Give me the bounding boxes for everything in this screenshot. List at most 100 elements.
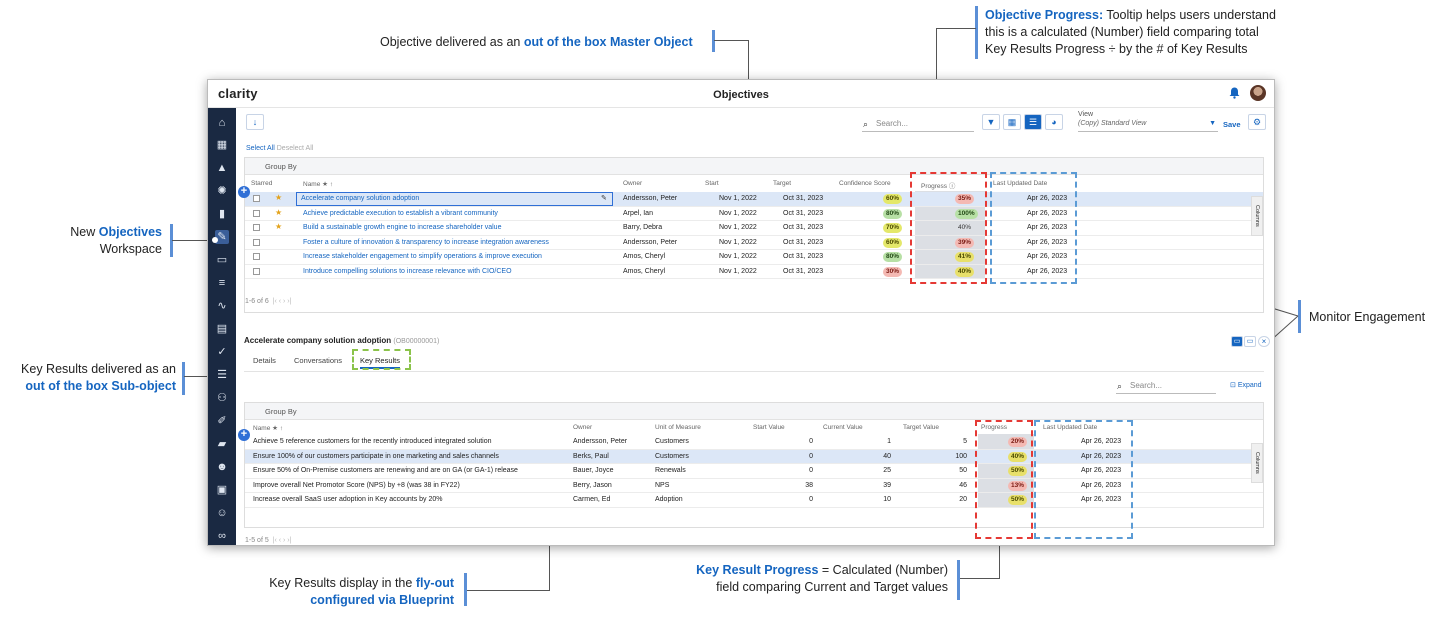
star-icon[interactable]: ★ xyxy=(275,193,282,202)
annotation-highlight: out of the box Master Object xyxy=(523,35,693,49)
table-row[interactable]: ★ Build a sustainable growth engine to in… xyxy=(245,221,1263,236)
key-result-name[interactable]: Ensure 100% of our customers participate… xyxy=(253,453,499,460)
select-links: Select All Deselect All xyxy=(246,145,313,152)
sort-icon[interactable]: ↓ xyxy=(246,114,264,130)
add-key-result-button[interactable]: + xyxy=(238,429,250,441)
user-check-icon[interactable]: ☺ xyxy=(215,506,229,520)
row-checkbox[interactable] xyxy=(253,253,260,260)
connector-line xyxy=(936,28,976,29)
ideas-icon[interactable]: ✺ xyxy=(215,184,229,198)
current-value-cell: 40 xyxy=(883,452,891,460)
close-icon[interactable]: × xyxy=(1258,336,1270,347)
table-row[interactable]: ★ Achieve predictable execution to establ… xyxy=(245,207,1263,221)
col-header-owner[interactable]: Owner xyxy=(623,180,642,187)
objective-name-link[interactable]: Accelerate company solution adoption xyxy=(296,192,613,206)
key-result-name[interactable]: Ensure 50% of On-Premise customers are r… xyxy=(253,467,518,474)
objective-name-link[interactable]: Introduce compelling solutions to increa… xyxy=(303,268,512,275)
check-icon[interactable]: ✓ xyxy=(215,345,229,359)
tab-conversations[interactable]: Conversations xyxy=(294,356,342,365)
key-result-name[interactable]: Increase overall SaaS user adoption in K… xyxy=(253,496,443,503)
book-icon[interactable]: ▰ xyxy=(215,437,229,451)
edit-doc-icon[interactable]: ✐ xyxy=(215,414,229,428)
col-header-current-value[interactable]: Current Value xyxy=(823,424,863,431)
col-header-start[interactable]: Start xyxy=(705,180,719,187)
table-row[interactable]: Introduce compelling solutions to increa… xyxy=(245,265,1263,279)
key-result-name[interactable]: Improve overall Net Promotor Score (NPS)… xyxy=(253,482,460,489)
col-header-unit[interactable]: Unit of Measure xyxy=(655,424,701,431)
hierarchy-icon[interactable]: ⚇ xyxy=(215,391,229,405)
save-button[interactable]: Save xyxy=(1223,120,1241,129)
star-icon[interactable]: ★ xyxy=(275,222,282,231)
select-all-link[interactable]: Select All xyxy=(246,145,275,152)
objectives-grid: Group By Starred Name ★ ↑ Owner Start Ta… xyxy=(244,157,1264,313)
trend-icon[interactable]: ∿ xyxy=(215,299,229,313)
checklist-icon[interactable]: ☰ xyxy=(215,368,229,382)
col-header-name[interactable]: Name ★ ↑ xyxy=(303,180,333,188)
star-icon[interactable]: ★ xyxy=(275,208,282,217)
objective-name-link[interactable]: Build a sustainable growth engine to inc… xyxy=(303,224,501,231)
deselect-all-link[interactable]: Deselect All xyxy=(277,145,314,152)
search-input[interactable]: ⌕ Search... xyxy=(862,116,974,132)
bell-icon[interactable] xyxy=(1229,87,1240,99)
flyout-search-input[interactable]: ⌕ Search... xyxy=(1116,378,1216,394)
clipboard-icon[interactable]: ▤ xyxy=(215,322,229,336)
annotation-bar xyxy=(975,6,978,59)
table-row[interactable]: Foster a culture of innovation & transpa… xyxy=(245,236,1263,250)
owner-cell: Andersson, Peter xyxy=(573,438,628,445)
owner-cell: Amos, Cheryl xyxy=(623,267,666,275)
row-checkbox[interactable] xyxy=(253,224,260,231)
settings-icon[interactable]: ⚙ xyxy=(1248,114,1266,130)
highlight-progress-objectives xyxy=(910,172,987,284)
annotation-text: New xyxy=(70,225,99,239)
filter-icon[interactable]: ▼ xyxy=(982,114,1000,130)
columns-panel-toggle[interactable]: Columns xyxy=(1251,196,1263,236)
tab-details[interactable]: Details xyxy=(253,356,276,365)
search-icon: ⌕ xyxy=(1117,381,1123,391)
objective-name-link[interactable]: Increase stakeholder engagement to simpl… xyxy=(303,253,542,260)
chart-view-icon[interactable]: ◕ xyxy=(1045,114,1063,130)
group-by-bar[interactable]: Group By xyxy=(245,403,1263,420)
edit-icon[interactable]: ✎ xyxy=(601,194,607,202)
row-checkbox[interactable] xyxy=(253,267,260,275)
annotation-text: Key Results delivered as an xyxy=(21,362,176,376)
start-cell: Nov 1, 2022 xyxy=(719,267,757,275)
avatar[interactable] xyxy=(1250,85,1266,101)
popout-icon[interactable]: ▭ xyxy=(1244,336,1256,347)
table-row[interactable]: Increase stakeholder engagement to simpl… xyxy=(245,250,1263,265)
confidence-badge: 70% xyxy=(883,223,903,233)
reports-icon[interactable]: ▮ xyxy=(215,207,229,221)
home-icon[interactable]: ⌂ xyxy=(215,116,229,130)
view-select[interactable]: (Copy) Standard View ▼ xyxy=(1078,120,1218,132)
row-checkbox[interactable] xyxy=(253,209,260,217)
group-by-bar[interactable]: Group By xyxy=(245,158,1263,175)
dock-icon[interactable]: ▭ xyxy=(1231,336,1243,347)
add-row-button[interactable]: + xyxy=(238,186,250,198)
col-header-starred[interactable]: Starred xyxy=(251,180,272,187)
expand-button[interactable]: ⊡ Expand xyxy=(1230,381,1262,389)
dashboard-icon[interactable]: ▦ xyxy=(215,138,229,152)
key-result-name[interactable]: Achieve 5 reference customers for the re… xyxy=(253,438,492,445)
columns-panel-toggle[interactable]: Columns xyxy=(1251,443,1263,483)
portfolio-icon[interactable]: ▲ xyxy=(215,161,229,175)
link-icon[interactable]: ∞ xyxy=(215,529,229,543)
timesheet-icon[interactable]: ▣ xyxy=(215,483,229,497)
row-checkbox[interactable] xyxy=(253,195,260,202)
col-header-start-value[interactable]: Start Value xyxy=(753,424,785,431)
col-header-target-value[interactable]: Target Value xyxy=(903,424,939,431)
database-icon[interactable]: ≡ xyxy=(215,276,229,290)
col-header-name[interactable]: Name ★ ↑ xyxy=(253,424,283,432)
objective-name-link[interactable]: Achieve predictable execution to establi… xyxy=(303,210,498,217)
board-view-icon[interactable]: ▦ xyxy=(1003,114,1021,130)
people-icon[interactable]: ☻ xyxy=(215,460,229,474)
presentation-icon[interactable]: ▭ xyxy=(215,253,229,267)
pager-nav[interactable]: |‹ ‹ › ›| xyxy=(273,537,292,544)
col-header-target[interactable]: Target xyxy=(773,180,791,187)
pager-nav[interactable]: |‹ ‹ › ›| xyxy=(273,298,292,305)
col-header-owner[interactable]: Owner xyxy=(573,424,592,431)
col-header-confidence[interactable]: Confidence Score xyxy=(839,180,891,187)
row-checkbox[interactable] xyxy=(253,238,260,246)
pager-count: 1-6 of 6 xyxy=(245,298,269,305)
table-row[interactable]: ★ Accelerate company solution adoption ✎ An… xyxy=(245,192,1263,207)
objective-name-link[interactable]: Foster a culture of innovation & transpa… xyxy=(303,239,549,246)
list-view-icon[interactable]: ☰ xyxy=(1024,114,1042,130)
